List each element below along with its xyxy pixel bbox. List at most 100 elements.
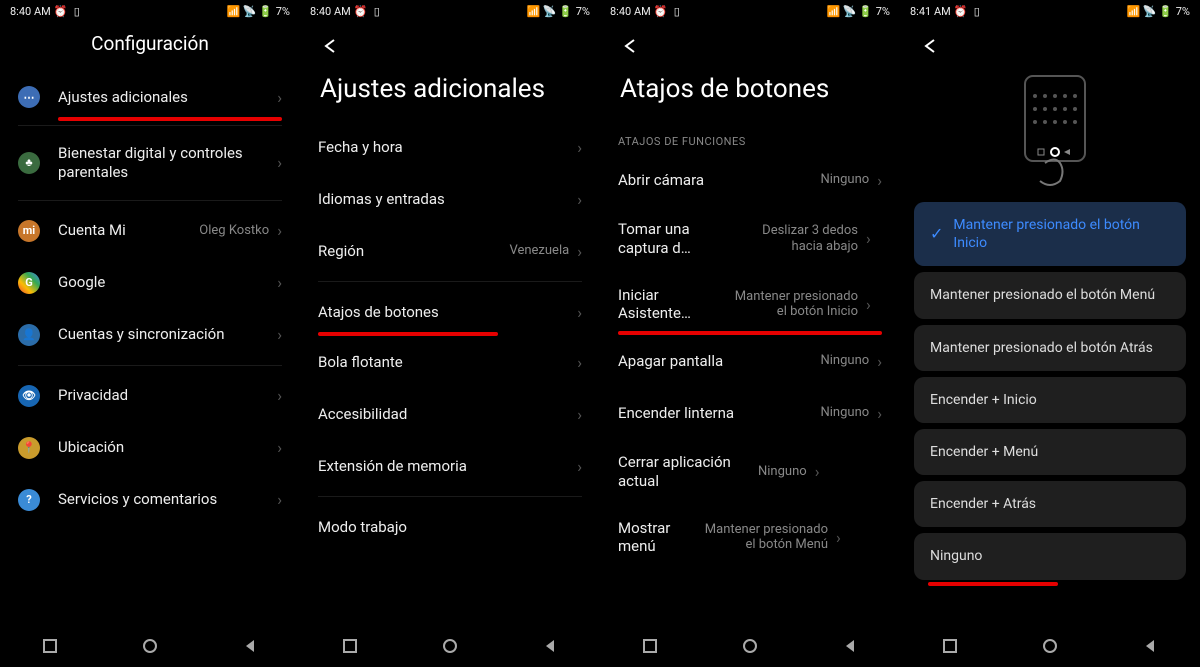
nav-recents[interactable] [330, 626, 370, 666]
row-tomar-captura[interactable]: Tomar una captura d… Deslizar 3 dedos ha… [600, 206, 900, 272]
alarm-icon: ⏰ [355, 5, 367, 17]
option-power-back[interactable]: Encender + Atrás [914, 481, 1186, 527]
nav-bar [0, 625, 300, 667]
back-button[interactable] [918, 34, 942, 58]
nav-recents[interactable] [930, 626, 970, 666]
row-cuenta-mi[interactable]: mi Cuenta Mi Oleg Kostko › [0, 205, 300, 257]
chevron-right-icon: › [277, 88, 282, 107]
status-time: 8:41 AM [910, 5, 951, 18]
row-cuentas-sync[interactable]: 👤 Cuentas y sincronización › [0, 309, 300, 361]
mi-account-icon: mi [18, 220, 40, 242]
feedback-icon: ? [18, 489, 40, 511]
row-region[interactable]: Región Venezuela › [300, 225, 600, 277]
nav-home[interactable] [730, 626, 770, 666]
battery-icon: 🔋 [860, 5, 872, 17]
row-google[interactable]: G Google › [0, 257, 300, 309]
battery-pct: 7% [1176, 5, 1190, 18]
wifi-icon: 📡 [244, 5, 256, 17]
battery-icon: 🔋 [1160, 5, 1172, 17]
card-icon: ▯ [71, 5, 83, 17]
status-bar: 8:40 AM ⏰ ▯ 📶 📡 🔋 7% [600, 0, 900, 22]
row-modo-trabajo[interactable]: Modo trabajo [300, 501, 600, 553]
battery-icon: 🔋 [560, 5, 572, 17]
battery-pct: 7% [576, 5, 590, 18]
back-button[interactable] [618, 34, 642, 58]
row-cerrar-app[interactable]: Cerrar aplicación actual Ninguno › [600, 439, 900, 505]
chevron-right-icon: › [277, 221, 282, 240]
chevron-right-icon: › [577, 190, 582, 209]
nav-recents[interactable] [30, 626, 70, 666]
nav-home[interactable] [1030, 626, 1070, 666]
status-bar: 8:40 AM ⏰ ▯ 📶 📡 🔋 7% [0, 0, 300, 22]
page-title: Atajos de botones [600, 66, 900, 121]
nav-back[interactable] [230, 626, 270, 666]
nav-recents[interactable] [630, 626, 670, 666]
option-none[interactable]: Ninguno [914, 533, 1186, 579]
row-ajustes-adicionales[interactable]: ⋯ Ajustes adicionales › [0, 71, 300, 123]
row-servicios[interactable]: ? Servicios y comentarios › [0, 474, 300, 526]
nav-bar [300, 625, 600, 667]
chevron-right-icon: › [577, 457, 582, 476]
signal-icon: 📶 [1128, 5, 1140, 17]
chevron-right-icon: › [577, 303, 582, 322]
nav-home[interactable] [430, 626, 470, 666]
row-extension-memoria[interactable]: Extensión de memoria › [300, 440, 600, 492]
battery-pct: 7% [876, 5, 890, 18]
nav-back[interactable] [530, 626, 570, 666]
status-time: 8:40 AM [610, 5, 651, 18]
settings-icon: ⋯ [18, 86, 40, 108]
option-power-menu[interactable]: Encender + Menú [914, 429, 1186, 475]
chevron-right-icon: › [877, 352, 882, 371]
chevron-right-icon: › [815, 462, 820, 481]
card-icon: ▯ [971, 5, 983, 17]
row-idiomas[interactable]: Idiomas y entradas › [300, 173, 600, 225]
battery-pct: 7% [276, 5, 290, 18]
option-hold-home[interactable]: ✓ Mantener presionado el botón Inicio [914, 202, 1186, 266]
row-atajos-botones[interactable]: Atajos de botones › [300, 286, 600, 338]
wifi-icon: 📡 [844, 5, 856, 17]
row-mostrar-menu[interactable]: Mostrar menú Mantener presionado el botó… [600, 505, 900, 571]
row-fecha-hora[interactable]: Fecha y hora › [300, 121, 600, 173]
page-title: Configuración [0, 22, 300, 71]
chevron-right-icon: › [277, 386, 282, 405]
card-icon: ▯ [371, 5, 383, 17]
section-label: ATAJOS DE FUNCIONES [600, 121, 900, 154]
screen-select-shortcut: 8:41 AM ⏰ ▯ 📶 📡 🔋 7% ✓ Mantener presiona… [900, 0, 1200, 667]
row-bienestar[interactable]: ♣ Bienestar digital y controles parental… [0, 130, 300, 196]
status-time: 8:40 AM [310, 5, 351, 18]
nav-bar [600, 625, 900, 667]
row-abrir-camara[interactable]: Abrir cámara Ninguno › [600, 154, 900, 206]
signal-icon: 📶 [228, 5, 240, 17]
row-apagar-pantalla[interactable]: Apagar pantalla Ninguno › [600, 335, 900, 387]
wifi-icon: 📡 [544, 5, 556, 17]
chevron-right-icon: › [577, 405, 582, 424]
chevron-right-icon: › [277, 153, 282, 172]
nav-back[interactable] [1130, 626, 1170, 666]
row-bola-flotante[interactable]: Bola flotante › [300, 336, 600, 388]
row-accesibilidad[interactable]: Accesibilidad › [300, 388, 600, 440]
screen-atajos-botones: 8:40 AM ⏰ ▯ 📶 📡 🔋 7% Atajos de botones A… [600, 0, 900, 667]
chevron-right-icon: › [866, 229, 871, 248]
alarm-icon: ⏰ [955, 5, 967, 17]
screen-ajustes-adicionales: 8:40 AM ⏰ ▯ 📶 📡 🔋 7% Ajustes adicionales… [300, 0, 600, 667]
row-privacidad[interactable]: 👁 Privacidad › [0, 370, 300, 422]
chevron-right-icon: › [277, 325, 282, 344]
nav-home[interactable] [130, 626, 170, 666]
option-hold-menu[interactable]: Mantener presionado el botón Menú [914, 272, 1186, 318]
option-power-home[interactable]: Encender + Inicio [914, 377, 1186, 423]
separator [318, 281, 582, 282]
chevron-right-icon: › [577, 138, 582, 157]
back-button[interactable] [318, 34, 342, 58]
status-time: 8:40 AM [10, 5, 51, 18]
chevron-right-icon: › [877, 171, 882, 190]
wellbeing-icon: ♣ [18, 152, 40, 174]
chevron-right-icon: › [277, 490, 282, 509]
option-hold-back[interactable]: Mantener presionado el botón Atrás [914, 325, 1186, 371]
separator [18, 200, 282, 201]
row-encender-linterna[interactable]: Encender linterna Ninguno › [600, 387, 900, 439]
status-bar: 8:41 AM ⏰ ▯ 📶 📡 🔋 7% [900, 0, 1200, 22]
nav-back[interactable] [830, 626, 870, 666]
row-ubicacion[interactable]: 📍 Ubicación › [0, 422, 300, 474]
row-iniciar-asistente[interactable]: Iniciar Asistente… Mantener presionado e… [600, 272, 900, 338]
nav-bar [900, 625, 1200, 667]
